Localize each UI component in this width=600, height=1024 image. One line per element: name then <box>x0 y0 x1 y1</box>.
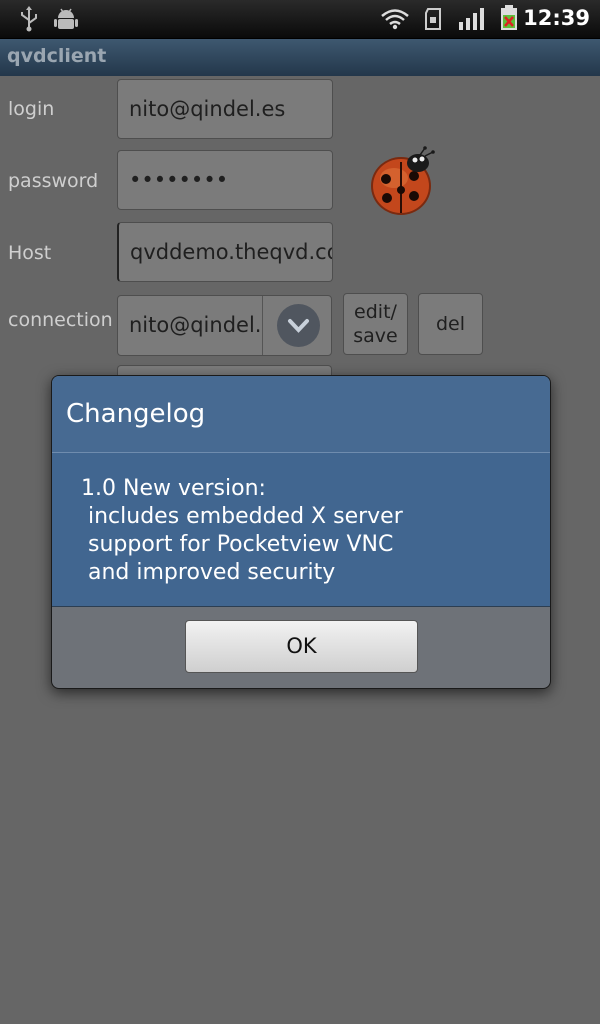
status-bar: 12:39 <box>0 0 600 39</box>
clock: 12:39 <box>523 6 590 30</box>
changelog-line: and improved security <box>81 560 336 585</box>
edit-save-label-1: edit/ <box>354 301 397 323</box>
edit-save-label-2: save <box>353 325 398 347</box>
ok-button[interactable]: OK <box>185 620 418 673</box>
host-label: Host <box>8 242 52 264</box>
android-debug-icon <box>54 8 78 29</box>
password-label: password <box>8 170 99 192</box>
del-label: del <box>435 313 466 335</box>
app-title: qvdclient <box>7 45 107 67</box>
spinner-divider <box>262 296 263 355</box>
usb-icon <box>21 6 37 32</box>
battery-icon <box>501 5 517 30</box>
wifi-icon <box>381 9 409 30</box>
ladybug-icon <box>371 146 435 215</box>
changelog-line: support for Pocketview VNC <box>81 532 394 557</box>
chevron-down-icon[interactable] <box>277 304 320 347</box>
dialog-message: 1.0 New version: includes embedded X ser… <box>52 453 550 607</box>
app-title-bar: qvdclient <box>0 39 600 76</box>
changelog-dialog: Changelog 1.0 New version: includes embe… <box>51 375 551 689</box>
signal-icon <box>459 8 484 30</box>
dialog-header: Changelog <box>52 376 550 453</box>
login-label: login <box>8 98 55 120</box>
sd-card-icon <box>425 8 441 30</box>
edit-save-button[interactable]: edit/ save <box>343 293 408 355</box>
connection-label: connection <box>8 309 113 331</box>
changelog-line: 1.0 New version: <box>81 476 266 501</box>
password-field[interactable]: •••••••• <box>117 150 333 210</box>
del-button[interactable]: del <box>418 293 483 355</box>
dialog-title: Changelog <box>66 399 206 429</box>
host-field[interactable]: qvddemo.theqvd.com <box>117 222 333 282</box>
connection-value: nito@qindel.es <box>129 313 261 337</box>
changelog-line: includes embedded X server <box>81 504 403 529</box>
connection-spinner[interactable]: nito@qindel.es <box>117 295 332 356</box>
login-field[interactable]: nito@qindel.es <box>117 79 333 139</box>
